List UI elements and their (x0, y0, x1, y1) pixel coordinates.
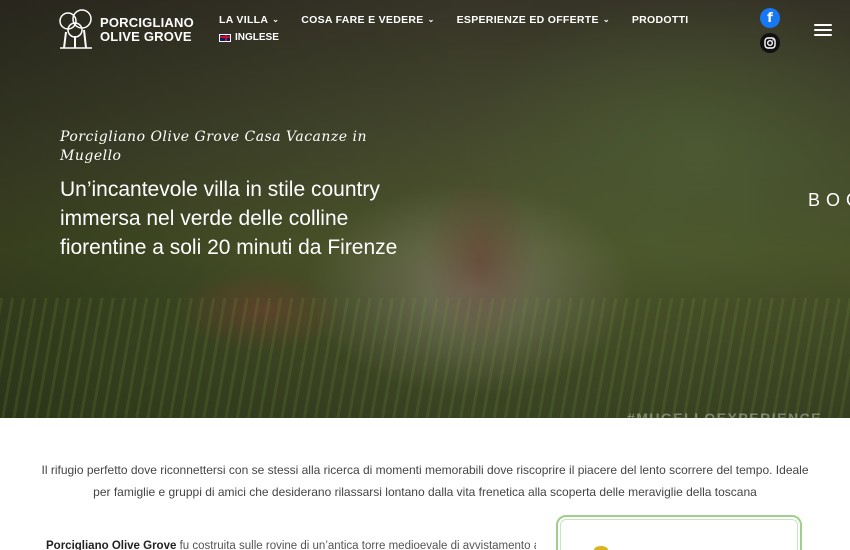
hero-grass-texture (0, 298, 850, 418)
nav-item-prodotti[interactable]: PRODOTTI (632, 14, 689, 26)
instagram-glyph (764, 37, 776, 49)
menu-bar (814, 24, 832, 26)
brand-line-1: PORCIGLIANO (100, 15, 194, 30)
instagram-icon[interactable] (760, 33, 780, 53)
chevron-down-icon: ⌄ (272, 14, 280, 24)
hero-title: Un’incantevole villa in stile country im… (60, 178, 398, 259)
brand-line-2: OLIVE GROVE (100, 29, 192, 44)
menu-bar (814, 29, 832, 31)
nav-row: LA VILLA ⌄ COSA FARE E VEDERE ⌄ ESPERIEN… (219, 14, 689, 26)
intro-paragraph: Il rifugio perfetto dove riconnettersi c… (41, 463, 809, 499)
menu-bar (814, 34, 832, 36)
nav-item-la-villa[interactable]: LA VILLA ⌄ (219, 14, 279, 26)
book-button[interactable]: BOOK (808, 190, 850, 210)
hero-hashtag: #MUGELLOEXPERIENCE (626, 410, 822, 418)
body-text: fu costruita sulle rovine di un’antica t… (176, 540, 536, 550)
nav-item-label: COSA FARE E VEDERE (301, 14, 424, 26)
language-switcher[interactable]: INGLESE (219, 32, 689, 43)
main-navigation: LA VILLA ⌄ COSA FARE E VEDERE ⌄ ESPERIEN… (219, 14, 689, 43)
card-logo-icon (594, 546, 608, 550)
body-paragraph: Porcigliano Olive Grove fu costruita sul… (46, 540, 536, 550)
nav-item-esperienze-ed-offerte[interactable]: ESPERIENZE ED OFFERTE ⌄ (457, 14, 610, 26)
social-links: f (760, 8, 780, 53)
olive-tree-logo-icon (59, 9, 92, 49)
language-label: INGLESE (235, 32, 279, 43)
hero-banner: PORCIGLIANO OLIVE GROVE LA VILLA ⌄ COSA … (0, 0, 850, 418)
nav-item-label: LA VILLA (219, 14, 269, 26)
info-card (556, 515, 802, 550)
uk-flag-icon (219, 33, 231, 42)
nav-item-label: PRODOTTI (631, 14, 689, 26)
hero-subtitle: Porcigliano Olive Grove Casa Vacanze in … (60, 129, 367, 164)
hamburger-menu-icon[interactable] (814, 24, 832, 36)
chevron-down-icon: ⌄ (602, 14, 610, 24)
nav-item-label: ESPERIENZE ED OFFERTE (456, 14, 599, 26)
body-link[interactable]: Porcigliano Olive Grove (46, 540, 176, 550)
site-logo[interactable]: PORCIGLIANO OLIVE GROVE (56, 8, 194, 52)
nav-item-cosa-fare-e-vedere[interactable]: COSA FARE E VEDERE ⌄ (301, 14, 434, 26)
facebook-icon[interactable]: f (760, 8, 780, 28)
brand-name: PORCIGLIANO OLIVE GROVE (100, 16, 194, 44)
chevron-down-icon: ⌄ (427, 14, 435, 24)
